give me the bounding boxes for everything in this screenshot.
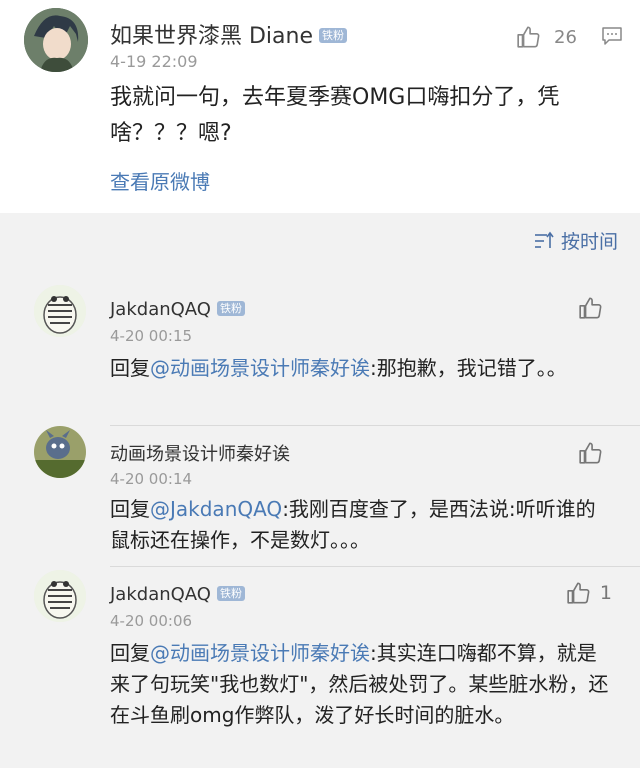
thumbs-up-icon bbox=[579, 442, 602, 464]
post-body: 我就问一句，去年夏季赛OMG口嗨扣分了，凭啥？？？嗯? bbox=[110, 85, 560, 146]
fan-badge: 铁粉 bbox=[216, 300, 245, 316]
post-time: 4-19 22:09 bbox=[110, 52, 198, 71]
reply-prefix: 回复 bbox=[110, 497, 150, 521]
thumbs-up-icon bbox=[579, 297, 602, 319]
reply-time: 4-20 00:14 bbox=[110, 470, 193, 488]
reply-like-button[interactable] bbox=[578, 295, 612, 321]
reply-item: 动画场景设计师秦好诶 4-20 00:14 回复@JakdanQAQ:我刚百度查… bbox=[0, 426, 640, 576]
avatar-cartoon-icon bbox=[34, 285, 86, 337]
view-original-link[interactable]: 查看原微博 bbox=[110, 166, 210, 195]
post-author-name[interactable]: 如果世界漆黑 Diane 铁粉 bbox=[110, 18, 348, 50]
reply-prefix: 回复 bbox=[110, 356, 150, 380]
thumbs-up-icon bbox=[517, 26, 540, 48]
reply-author-name[interactable]: JakdanQAQ 铁粉 bbox=[110, 584, 245, 605]
reply-text: 回复@动画场景设计师秦好诶:其实连口嗨都不算，就是来了句玩笑"我也数灯"，然后被… bbox=[110, 638, 615, 731]
reply-like-count: 1 bbox=[599, 582, 612, 604]
post-like-count: 26 bbox=[554, 26, 577, 48]
mention-link[interactable]: @动画场景设计师秦好诶 bbox=[150, 641, 370, 665]
main-post: 如果世界漆黑 Diane 铁粉 4-19 22:09 26 我就问一句，去年夏季赛… bbox=[0, 0, 640, 213]
reply-item: JakdanQAQ 铁粉 4-20 00:15 回复@动画场景设计师秦好诶:那抱歉… bbox=[0, 263, 640, 426]
reply-author-text[interactable]: JakdanQAQ bbox=[110, 299, 211, 320]
reply-item: JakdanQAQ 铁粉 4-20 00:06 1 回复@动画场景设计师秦好诶:其… bbox=[0, 566, 640, 766]
reply-time: 4-20 00:06 bbox=[110, 612, 193, 630]
fan-badge: 铁粉 bbox=[216, 585, 245, 601]
reply-time: 4-20 00:15 bbox=[110, 327, 193, 345]
avatar-illustration-icon bbox=[24, 8, 88, 72]
reply-like-button[interactable]: 1 bbox=[566, 580, 612, 606]
reply-author-text[interactable]: 动画场景设计师秦好诶 bbox=[110, 444, 290, 465]
reply-like-button[interactable] bbox=[578, 440, 612, 466]
post-like-button[interactable]: 26 bbox=[516, 20, 612, 54]
mention-link[interactable]: @动画场景设计师秦好诶 bbox=[150, 356, 370, 380]
comment-bubble-icon[interactable] bbox=[600, 24, 624, 48]
reply-author-name[interactable]: JakdanQAQ 铁粉 bbox=[110, 299, 245, 320]
reply-author-text[interactable]: JakdanQAQ bbox=[110, 584, 211, 605]
replies-section: 按时间 JakdanQAQ 铁粉 4-20 00:15 回复@动画场景设计师秦好诶… bbox=[0, 213, 640, 768]
avatar[interactable] bbox=[34, 570, 86, 622]
reply-author-name[interactable]: 动画场景设计师秦好诶 bbox=[110, 440, 290, 466]
avatar[interactable] bbox=[24, 8, 88, 72]
reply-text: 回复@动画场景设计师秦好诶:那抱歉，我记错了。。 bbox=[110, 353, 615, 384]
thumbs-up-icon bbox=[567, 582, 590, 604]
sort-by-time-button[interactable]: 按时间 bbox=[533, 227, 618, 254]
avatar[interactable] bbox=[34, 426, 86, 478]
fan-badge: 铁粉 bbox=[319, 27, 348, 43]
reply-prefix: 回复 bbox=[110, 641, 150, 665]
avatar[interactable] bbox=[34, 285, 86, 337]
avatar-cartoon-icon bbox=[34, 570, 86, 622]
sort-lines-icon bbox=[534, 231, 554, 248]
reply-text: 回复@JakdanQAQ:我刚百度查了，是西法说:听听谁的鼠标还在操作，不是数灯… bbox=[110, 494, 615, 556]
author-name-text[interactable]: 如果世界漆黑 Diane bbox=[110, 24, 313, 49]
mention-link[interactable]: @JakdanQAQ bbox=[150, 497, 282, 521]
avatar-cartoon-icon bbox=[34, 426, 86, 478]
sort-label: 按时间 bbox=[560, 231, 618, 253]
reply-content: :那抱歉，我记错了。。 bbox=[370, 356, 567, 380]
